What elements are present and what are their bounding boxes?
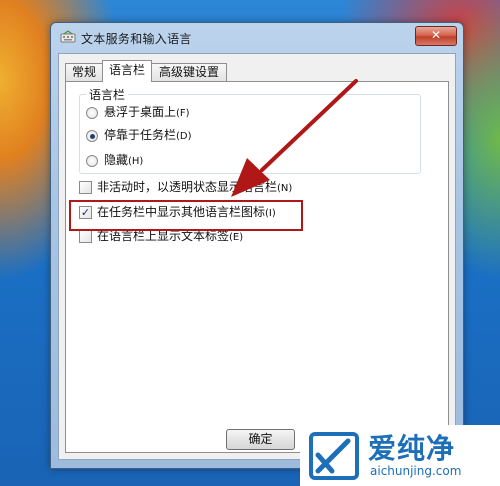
brand-logo-icon: [309, 432, 359, 480]
brand-name: 爱纯净: [368, 432, 456, 465]
brand-url: aichunjing.com: [370, 464, 462, 478]
tab-language-bar[interactable]: 语言栏: [102, 60, 152, 82]
annotation-arrow: [231, 79, 358, 197]
ok-button-label: 确定: [248, 432, 273, 446]
ok-button[interactable]: 确定: [226, 429, 295, 450]
watermark: 爱纯净 aichunjing.com: [300, 425, 500, 486]
tab-label: 语言栏: [108, 63, 145, 77]
